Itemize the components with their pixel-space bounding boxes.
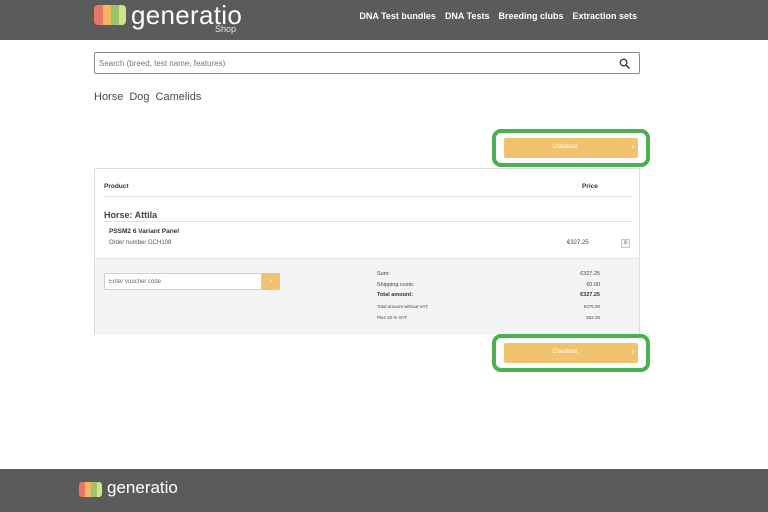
divider bbox=[104, 221, 632, 222]
category-nav: Horse Dog Camelids bbox=[94, 91, 201, 103]
shipping-value: €0.00 bbox=[586, 282, 600, 288]
column-header-price: Price bbox=[582, 183, 598, 190]
vat-value: €52.25 bbox=[586, 315, 600, 320]
chevron-right-icon: › bbox=[631, 347, 634, 356]
category-horse[interactable]: Horse bbox=[94, 91, 123, 103]
category-dog[interactable]: Dog bbox=[129, 91, 149, 103]
site-footer: generatio bbox=[0, 469, 768, 512]
footer-brand-name[interactable]: generatio bbox=[107, 478, 178, 498]
checkout-label: Checkout bbox=[552, 349, 578, 355]
voucher-submit-button[interactable]: › bbox=[262, 273, 280, 290]
search-icon[interactable] bbox=[619, 58, 630, 69]
nav-dna-test-bundles[interactable]: DNA Test bundles bbox=[359, 11, 436, 21]
cart-summary: › Sum: €327.25 Shipping costs: €0.00 Tot… bbox=[95, 258, 639, 335]
sum-label: Sum: bbox=[377, 271, 390, 277]
site-header: generatio Shop DNA Test bundles DNA Test… bbox=[0, 0, 768, 40]
nav-breeding-clubs[interactable]: Breeding clubs bbox=[498, 11, 563, 21]
net-amount-label: Total amount without VAT: bbox=[377, 304, 429, 309]
shipping-label: Shipping costs: bbox=[377, 282, 415, 288]
cart-panel: Product Price Horse: Attila PSSM2 6 Vari… bbox=[94, 168, 640, 335]
checkout-button-bottom[interactable]: Checkout › bbox=[504, 343, 638, 363]
logo-mark-icon bbox=[94, 5, 126, 25]
search-input[interactable] bbox=[99, 56, 599, 71]
sum-value: €327.25 bbox=[580, 271, 600, 277]
total-label: Total amount: bbox=[377, 292, 413, 298]
checkout-highlight-top: Checkout › bbox=[492, 129, 650, 167]
cart-header-row: Product Price bbox=[104, 183, 632, 197]
cart-item-order-number: Order number GCH108 bbox=[109, 240, 172, 246]
checkout-highlight-bottom: Checkout › bbox=[492, 334, 650, 372]
voucher-field bbox=[104, 273, 262, 290]
nav-dna-tests[interactable]: DNA Tests bbox=[445, 11, 490, 21]
remove-item-icon[interactable]: x bbox=[621, 239, 630, 248]
column-header-product: Product bbox=[104, 183, 129, 190]
vat-label: Plus 19 % VAT: bbox=[377, 315, 408, 320]
total-value: €327.25 bbox=[580, 292, 600, 298]
checkout-button-top[interactable]: Checkout › bbox=[504, 138, 638, 158]
voucher-input[interactable] bbox=[109, 277, 259, 287]
footer-logo-mark-icon bbox=[79, 482, 102, 497]
chevron-right-icon: › bbox=[631, 142, 634, 151]
search-bar bbox=[94, 52, 640, 74]
nav-extraction-sets[interactable]: Extraction sets bbox=[572, 11, 637, 21]
net-amount-value: €275.00 bbox=[583, 304, 600, 309]
category-camelids[interactable]: Camelids bbox=[156, 91, 202, 103]
cart-item-name: PSSM2 6 Variant Panel bbox=[109, 228, 180, 235]
main-nav: DNA Test bundles DNA Tests Breeding club… bbox=[359, 11, 637, 21]
brand-subtitle: Shop bbox=[215, 24, 237, 34]
cart-group-title: Horse: Attila bbox=[104, 210, 158, 220]
checkout-label: Checkout bbox=[552, 144, 578, 150]
cart-item-price: €327.25 bbox=[567, 240, 589, 246]
